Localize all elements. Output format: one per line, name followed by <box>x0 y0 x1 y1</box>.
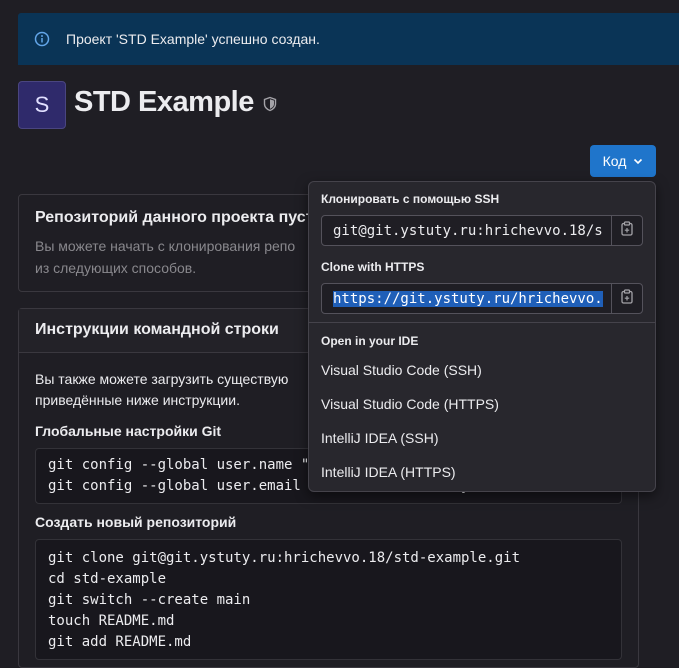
ide-label: Open in your IDE <box>321 334 419 348</box>
clone-dropdown: Клонировать с помощью SSH git@git.ystuty… <box>308 181 656 492</box>
https-url-value[interactable]: https://git.ystuty.ru/hrichevvo. <box>322 284 611 313</box>
ssh-url-value[interactable]: git@git.ystuty.ru:hrichevvo.18/s <box>322 216 611 245</box>
new-repo-code[interactable]: git clone git@git.ystuty.ru:hrichevvo.18… <box>35 539 622 660</box>
code-button-label: Код <box>602 153 627 169</box>
code-line: git switch --create main <box>48 592 251 608</box>
project-avatar[interactable]: S <box>18 81 66 129</box>
project-title: STD Example <box>74 86 254 118</box>
new-repo-heading: Создать новый репозиторий <box>35 514 237 530</box>
shield-icon <box>262 96 278 112</box>
chevron-down-icon <box>633 153 643 169</box>
code-button[interactable]: Код <box>590 145 656 177</box>
copy-ssh-button[interactable] <box>611 216 642 245</box>
ide-item-intellij-ssh[interactable]: IntelliJ IDEA (SSH) <box>321 430 438 446</box>
code-line: git clone git@git.ystuty.ru:hrichevvo.18… <box>48 550 521 566</box>
https-url-field[interactable]: https://git.ystuty.ru/hrichevvo. <box>321 283 643 314</box>
https-label: Clone with HTTPS <box>321 260 425 274</box>
ide-item-intellij-https[interactable]: IntelliJ IDEA (HTTPS) <box>321 464 456 480</box>
ide-item-vscode-https[interactable]: Visual Studio Code (HTTPS) <box>321 396 499 412</box>
copy-https-button[interactable] <box>611 284 642 313</box>
clipboard-icon <box>620 220 634 241</box>
code-line: touch README.md <box>48 613 175 629</box>
ide-item-vscode-ssh[interactable]: Visual Studio Code (SSH) <box>321 362 482 378</box>
dropdown-divider <box>309 322 655 323</box>
success-alert: Проект 'STD Example' успешно создан. <box>18 13 679 65</box>
info-icon <box>34 31 50 47</box>
ssh-url-field[interactable]: git@git.ystuty.ru:hrichevvo.18/s <box>321 215 643 246</box>
code-line: cd std-example <box>48 571 167 587</box>
clipboard-icon <box>620 288 634 309</box>
alert-message: Проект 'STD Example' успешно создан. <box>66 31 320 47</box>
ssh-label: Клонировать с помощью SSH <box>321 192 500 206</box>
https-url-selected-text: https://git.ystuty.ru/hrichevvo. <box>333 290 603 307</box>
code-line: git add README.md <box>48 634 192 650</box>
